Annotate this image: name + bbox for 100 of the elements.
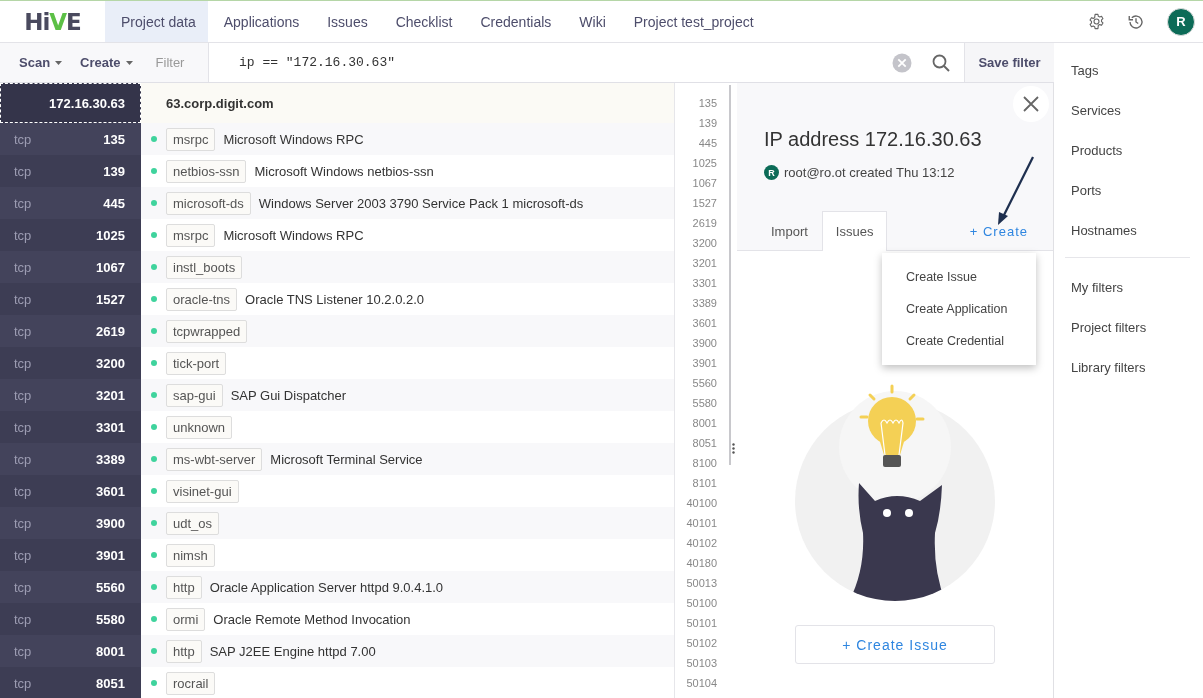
port-link[interactable]: 3301	[692, 273, 717, 293]
port-cell[interactable]: tcp 1527	[0, 283, 141, 315]
service-tag: unknown	[166, 415, 233, 439]
port-number: 139	[103, 163, 125, 179]
port-link[interactable]: 50013	[686, 573, 717, 593]
menu-item[interactable]: Create Application	[882, 293, 1036, 325]
port-link[interactable]: 8101	[692, 473, 717, 493]
port-cell[interactable]: tcp 3900	[0, 507, 141, 539]
drag-handle-icon[interactable]	[732, 443, 735, 454]
port-cell[interactable]: tcp 1067	[0, 251, 141, 283]
port-cell[interactable]: tcp 2619	[0, 315, 141, 347]
port-link[interactable]: 3900	[692, 333, 717, 353]
port-cell[interactable]: tcp 3901	[0, 539, 141, 571]
port-cell[interactable]: tcp 3601	[0, 475, 141, 507]
port-link[interactable]: 3200	[692, 233, 717, 253]
port-cell[interactable]: tcp 139	[0, 155, 141, 187]
sidebar-item[interactable]: Ports	[1054, 170, 1203, 210]
status-dot	[151, 296, 157, 302]
port-link[interactable]: 40100	[686, 493, 717, 513]
port-link[interactable]: 1067	[692, 173, 717, 193]
user-avatar[interactable]: R	[1167, 7, 1195, 36]
created-info: root@ro.ot created Thu 13:12	[784, 165, 955, 180]
port-number: 445	[103, 195, 125, 211]
sidebar-item[interactable]: Tags	[1054, 50, 1203, 90]
port-link[interactable]: 3601	[692, 313, 717, 333]
port-cell[interactable]: tcp 3201	[0, 379, 141, 411]
sidebar-item[interactable]: Services	[1054, 90, 1203, 130]
nav-tab[interactable]: Issues	[311, 1, 380, 42]
sidebar-item[interactable]: Library filters	[1054, 347, 1203, 387]
port-link[interactable]: 1025	[692, 153, 717, 173]
port-link[interactable]: 50103	[686, 653, 717, 673]
port-cell[interactable]: tcp 5580	[0, 603, 141, 635]
port-cell[interactable]: tcp 3389	[0, 443, 141, 475]
port-cell[interactable]: tcp 8001	[0, 635, 141, 667]
port-link[interactable]: 1527	[692, 193, 717, 213]
port-cell[interactable]: tcp 135	[0, 123, 141, 155]
port-number: 3900	[96, 515, 125, 531]
port-cell[interactable]: tcp 5560	[0, 571, 141, 603]
caret-icon	[55, 60, 63, 65]
host-ip-cell[interactable]: 172.16.30.63	[0, 83, 141, 123]
detail-tab[interactable]: Import	[757, 211, 822, 251]
detail-tab[interactable]: Issues	[821, 211, 888, 251]
port-link[interactable]: 40180	[686, 553, 717, 573]
nav-tab[interactable]: Checklist	[379, 1, 465, 42]
protocol-label: tcp	[14, 355, 33, 371]
port-link[interactable]: 5580	[692, 393, 717, 413]
protocol-label: tcp	[14, 611, 33, 627]
port-link[interactable]: 50100	[686, 593, 717, 613]
service-tag: ormi	[166, 607, 206, 631]
port-link[interactable]: 3901	[692, 353, 717, 373]
port-link[interactable]: 445	[698, 133, 717, 153]
filter-field[interactable]: ip == "172.16.30.63"	[239, 55, 892, 70]
menu-item[interactable]: Create Credential	[882, 325, 1036, 357]
port-link[interactable]: 3389	[692, 293, 717, 313]
port-cell[interactable]: tcp 3301	[0, 411, 141, 443]
close-button[interactable]	[1013, 86, 1049, 122]
status-dot	[151, 168, 157, 174]
scrollbar[interactable]	[729, 85, 731, 465]
create-issue-button[interactable]: + Create Issue	[795, 625, 995, 664]
port-link[interactable]: 139	[698, 113, 717, 133]
sidebar-item[interactable]: Hostnames	[1054, 210, 1203, 250]
sidebar-item[interactable]: Project filters	[1054, 307, 1203, 347]
port-link[interactable]: 8051	[692, 433, 717, 453]
port-link[interactable]: 3201	[692, 253, 717, 273]
port-link[interactable]: 5560	[692, 373, 717, 393]
nav-tab[interactable]: Project data	[105, 1, 208, 42]
status-dot	[151, 328, 157, 334]
settings-icon[interactable]	[1088, 13, 1105, 30]
save-filter-button[interactable]: Save filter	[964, 43, 1054, 82]
protocol-label: tcp	[14, 547, 33, 563]
create-link[interactable]: + Create	[969, 211, 1028, 251]
nav-tab[interactable]: Credentials	[464, 1, 564, 42]
port-cell[interactable]: tcp 8051	[0, 667, 141, 698]
sidebar-item[interactable]: Products	[1054, 130, 1203, 170]
port-link[interactable]: 8100	[692, 453, 717, 473]
port-link[interactable]: 40101	[686, 513, 717, 533]
search-icon[interactable]	[932, 53, 950, 72]
nav-tab[interactable]: Applications	[207, 1, 312, 42]
sidebar-item[interactable]: My filters	[1054, 267, 1203, 307]
port-link[interactable]: 40102	[686, 533, 717, 553]
menu-item[interactable]: Create Issue	[882, 261, 1036, 293]
port-link[interactable]: 8001	[692, 413, 717, 433]
nav-tab[interactable]: Wiki	[563, 1, 618, 42]
product-name: Microsoft Windows RPC	[223, 131, 364, 147]
port-link[interactable]: 2619	[692, 213, 717, 233]
port-cell[interactable]: tcp 445	[0, 187, 141, 219]
history-icon[interactable]	[1127, 12, 1145, 31]
menu-button[interactable]: Scan	[10, 47, 72, 78]
service-tag: msrpc	[166, 127, 216, 151]
nav-tab[interactable]: Project test_project	[617, 1, 766, 42]
port-cell[interactable]: tcp 3200	[0, 347, 141, 379]
port-link[interactable]: 135	[698, 93, 717, 113]
port-link[interactable]: 50101	[686, 613, 717, 633]
port-link[interactable]: 50104	[686, 673, 717, 693]
menu-button[interactable]: Create	[71, 47, 142, 78]
service-tag: tick-port	[166, 351, 227, 375]
port-cell[interactable]: tcp 1025	[0, 219, 141, 251]
logo[interactable]: HiVE	[0, 1, 105, 42]
port-link[interactable]: 50102	[686, 633, 717, 653]
product-name: Microsoft Windows RPC	[223, 227, 364, 243]
